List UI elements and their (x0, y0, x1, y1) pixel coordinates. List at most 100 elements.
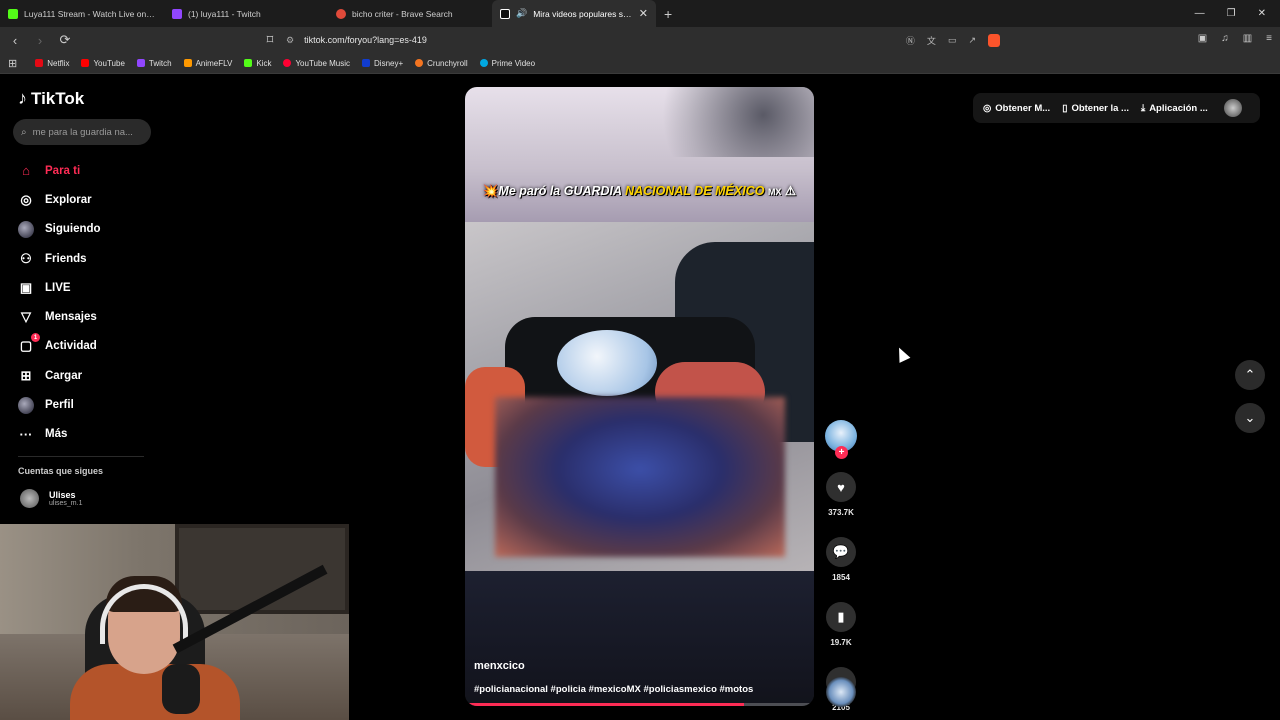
reload-icon[interactable]: ⟳ (55, 32, 75, 48)
compass-icon: ◎ (20, 191, 32, 207)
video-player[interactable]: 💥Me paró la GUARDIA NACIONAL DE MÉXICO M… (465, 87, 814, 706)
like-count: 373.7K (828, 508, 854, 517)
bookmark-crunchyroll[interactable]: Crunchyroll (415, 59, 468, 68)
disney-icon (362, 59, 371, 67)
tiktok-logo[interactable]: ♪ TikTok (18, 88, 84, 109)
back-icon[interactable]: ‹ (5, 33, 25, 48)
no-tracking-icon[interactable]: Ⓝ (906, 34, 915, 47)
tab-tiktok[interactable]: 🔊 Mira videos populares selecc ✕ (492, 0, 656, 27)
more-icon: ··· (19, 426, 33, 442)
sidebar-item-actividad[interactable]: ▢ 1 Actividad (18, 332, 158, 361)
save-action[interactable]: ▮ 19.7K (822, 602, 860, 647)
video-progress-bar[interactable] (465, 703, 814, 706)
sidebar-icon[interactable]: ▥ (1243, 33, 1252, 44)
comment-count: 1854 (832, 573, 850, 582)
video-caption-overlay: 💥Me paró la GUARDIA NACIONAL DE MÉXICO M… (482, 184, 797, 198)
kick-icon (8, 8, 18, 19)
bookmark-icon[interactable]: ⌑ (260, 32, 280, 48)
bookmark-youtube[interactable]: YouTube (81, 59, 125, 68)
comment-action[interactable]: 💬 1854 (822, 537, 860, 582)
chevron-down-icon: ⌄ (1244, 410, 1256, 425)
bookmark-icon[interactable]: ▮ (826, 602, 856, 632)
sidebar-item-live[interactable]: ▣ LIVE (18, 273, 158, 302)
bookmark-twitch[interactable]: Twitch (136, 59, 172, 68)
bookmark-animeflv[interactable]: AnimeFLV (183, 59, 232, 68)
notification-badge: 1 (31, 333, 40, 343)
crunchyroll-icon (415, 59, 424, 67)
sidebar-divider (18, 456, 144, 457)
video-author[interactable]: menxcico (474, 660, 525, 672)
kick-icon (244, 59, 253, 67)
live-icon: ▣ (19, 279, 33, 295)
cast-icon[interactable]: ▭ (948, 35, 957, 46)
bookmark-netflix[interactable]: Netflix (35, 59, 69, 68)
speaker-icon[interactable]: 🔊 (516, 8, 527, 19)
sidebar-item-mas[interactable]: ··· Más (18, 420, 158, 449)
minimize-icon[interactable]: — (1195, 8, 1205, 19)
search-input[interactable]: ⌕ me para la guardia na... (13, 119, 151, 145)
bookmark-youtube-music[interactable]: YouTube Music (283, 59, 350, 68)
chevron-up-icon: ⌃ (1244, 367, 1256, 382)
like-action[interactable]: ♥ 373.7K (822, 472, 860, 517)
next-video-button[interactable]: ⌄ (1235, 403, 1265, 433)
menu-icon[interactable]: ≡ (1266, 33, 1272, 44)
media-icon[interactable]: ♫ (1221, 33, 1229, 44)
url-field[interactable]: ⚙ tiktok.com/foryou?lang=es-419 Ⓝ 文 ▭ ↗ (278, 30, 1006, 50)
tab-brave-search[interactable]: bicho criter - Brave Search (328, 0, 492, 27)
follow-plus-icon[interactable]: + (835, 446, 848, 459)
search-text: me para la guardia na... (32, 126, 133, 138)
bookmark-prime-video[interactable]: Prime Video (479, 59, 535, 68)
tab-twitch[interactable]: (1) luya111 - Twitch (164, 0, 328, 27)
video-hashtags[interactable]: #policianacional #policia #mexicoMX #pol… (474, 684, 753, 695)
share-icon[interactable]: ↗ (968, 35, 976, 46)
twitch-icon (136, 59, 145, 67)
video-progress-fill (465, 703, 745, 706)
account-name: Ulises (49, 490, 76, 500)
brave-shields-icon[interactable] (988, 33, 1000, 47)
apps-grid-icon[interactable]: ⊞ (8, 57, 17, 70)
wallet-icon[interactable]: ▣ (1198, 33, 1207, 44)
home-icon: ⌂ (22, 163, 30, 179)
get-app-button[interactable]: ▯ Obtener la ... (1062, 103, 1129, 114)
bookmark-disney[interactable]: Disney+ (362, 59, 403, 68)
save-count: 19.7K (830, 638, 852, 647)
creator-avatar[interactable]: + (825, 420, 857, 459)
video-frame (465, 222, 814, 571)
site-info-icon[interactable]: ⚙ (286, 35, 294, 46)
new-tab-button[interactable]: + (656, 6, 680, 22)
sidebar-item-explorar[interactable]: ◎ Explorar (18, 185, 158, 214)
heart-icon[interactable]: ♥ (826, 472, 856, 502)
youtube-music-icon (283, 59, 292, 67)
following-avatar (18, 220, 34, 238)
desktop-app-button[interactable]: ⤓ Aplicación ... (1141, 103, 1208, 114)
bookmark-kick[interactable]: Kick (244, 59, 271, 68)
comment-icon[interactable]: 💬 (826, 537, 856, 567)
warning-icon: ⚠ (784, 184, 797, 198)
user-avatar[interactable] (1223, 99, 1242, 117)
profile-avatar (18, 396, 34, 414)
messages-icon: ▽ (21, 309, 31, 325)
get-coins-button[interactable]: ◎ Obtener M... (983, 103, 1050, 114)
logo-text: TikTok (31, 88, 85, 108)
tab-kick[interactable]: Luya111 Stream - Watch Live on Kick (0, 0, 164, 27)
sidebar-item-perfil[interactable]: Perfil (18, 390, 158, 419)
url-tools: Ⓝ 文 ▭ ↗ (906, 33, 1006, 47)
restore-icon[interactable]: ❐ (1227, 8, 1236, 19)
music-disc-icon[interactable] (826, 677, 856, 707)
close-window-icon[interactable]: ✕ (1258, 8, 1266, 19)
previous-video-button[interactable]: ⌃ (1235, 360, 1265, 390)
browser-toolbar-right: ▣ ♫ ▥ ≡ (1198, 33, 1272, 44)
sidebar-item-cargar[interactable]: ⊞ Cargar (18, 361, 158, 390)
streamer-webcam (0, 524, 349, 720)
tab-title: Luya111 Stream - Watch Live on Kick (24, 8, 156, 19)
translate-icon[interactable]: 文 (927, 34, 936, 47)
sidebar-item-siguiendo[interactable]: Siguiendo (18, 215, 158, 244)
close-tab-icon[interactable]: ✕ (639, 7, 648, 20)
brave-search-icon (336, 8, 346, 19)
sidebar-item-para-ti[interactable]: ⌂ Para ti (18, 156, 158, 185)
forward-icon[interactable]: › (30, 33, 50, 48)
window-controls: — ❐ ✕ (1195, 8, 1280, 19)
sidebar-item-mensajes[interactable]: ▽ Mensajes (18, 302, 158, 331)
sidebar-item-friends[interactable]: ⚇ Friends (18, 244, 158, 273)
following-account[interactable]: Ulises ulises_m.1 (20, 489, 82, 508)
